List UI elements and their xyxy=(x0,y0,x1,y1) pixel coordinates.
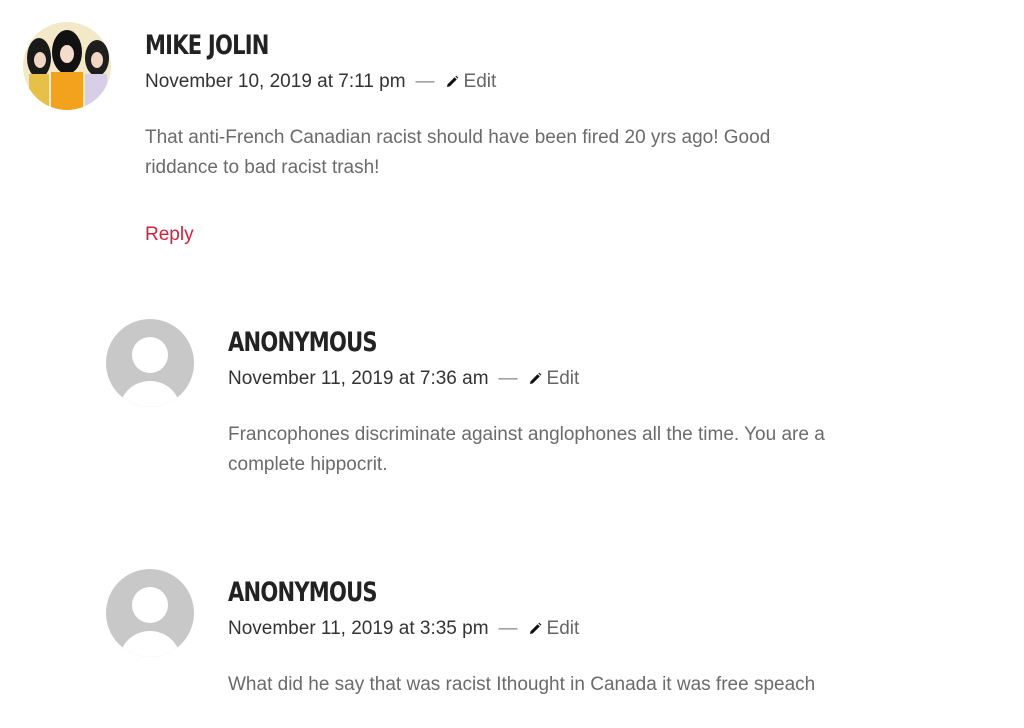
comment-meta: November 11, 2019 at 3:35 pm — Edit xyxy=(228,618,579,640)
avatar[interactable] xyxy=(106,569,194,657)
comment-text: What did he say that was racist Ithought… xyxy=(228,674,816,695)
comment-date[interactable]: November 11, 2019 at 3:35 pm xyxy=(228,618,489,640)
edit-label: Edit xyxy=(546,618,580,639)
meta-separator: — xyxy=(498,618,518,639)
pencil-icon xyxy=(529,622,541,634)
edit-link[interactable]: Edit xyxy=(528,618,580,640)
comments-section: MIKE JOLIN November 10, 2019 at 7:11 pm … xyxy=(0,0,1024,728)
comment-3: ANONYMOUS November 11, 2019 at 3:35 pm —… xyxy=(0,0,1024,728)
comment-author: ANONYMOUS xyxy=(228,577,378,608)
default-user-icon xyxy=(106,569,194,657)
